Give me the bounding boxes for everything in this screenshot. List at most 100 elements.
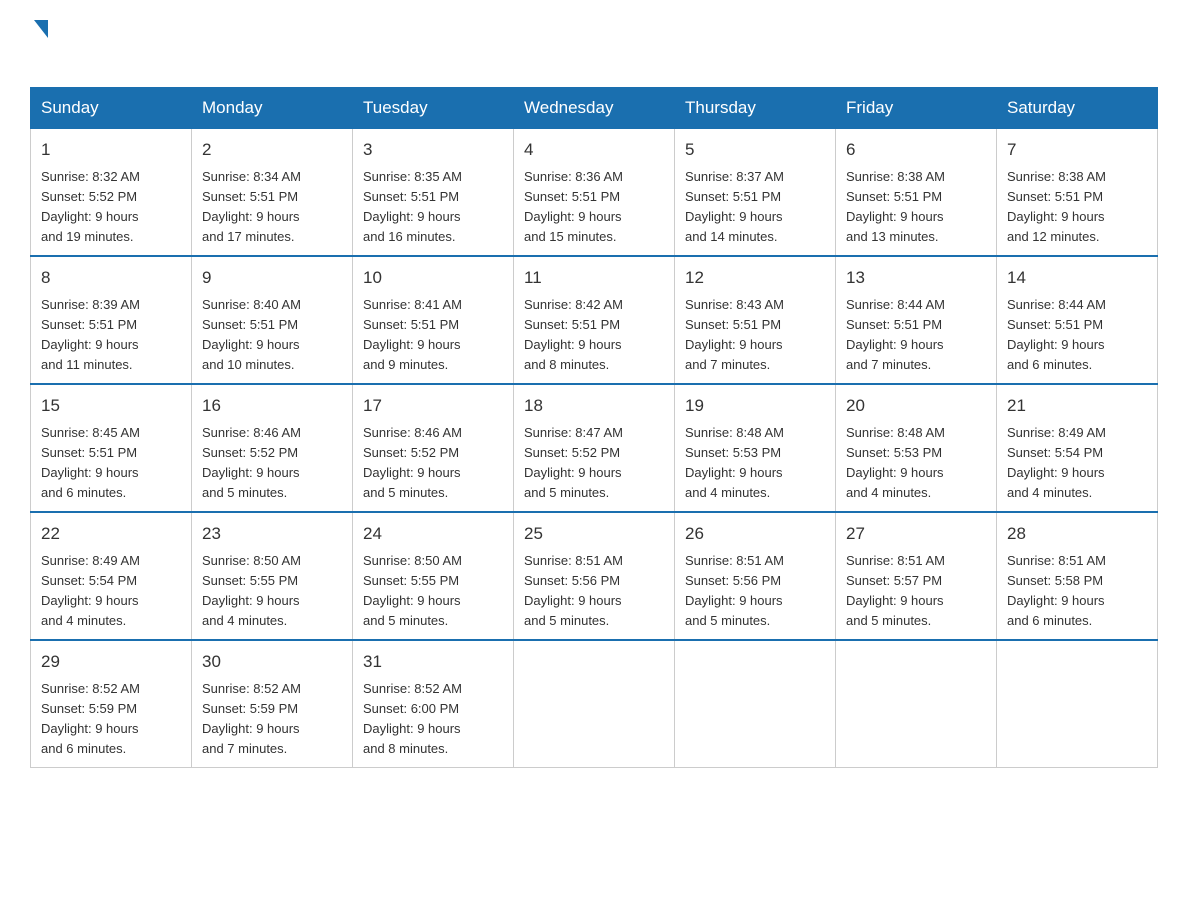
day-info: Sunrise: 8:51 AMSunset: 5:56 PMDaylight:… xyxy=(685,551,825,632)
calendar-header-saturday: Saturday xyxy=(997,88,1158,129)
day-number: 22 xyxy=(41,521,181,547)
day-number: 6 xyxy=(846,137,986,163)
day-number: 19 xyxy=(685,393,825,419)
calendar-day-cell xyxy=(514,640,675,768)
calendar-day-cell: 12 Sunrise: 8:43 AMSunset: 5:51 PMDayligh… xyxy=(675,256,836,384)
day-info: Sunrise: 8:38 AMSunset: 5:51 PMDaylight:… xyxy=(1007,167,1147,248)
calendar-day-cell: 18 Sunrise: 8:47 AMSunset: 5:52 PMDayligh… xyxy=(514,384,675,512)
day-info: Sunrise: 8:32 AMSunset: 5:52 PMDaylight:… xyxy=(41,167,181,248)
calendar-header-wednesday: Wednesday xyxy=(514,88,675,129)
day-info: Sunrise: 8:44 AMSunset: 5:51 PMDaylight:… xyxy=(1007,295,1147,376)
calendar-day-cell: 31 Sunrise: 8:52 AMSunset: 6:00 PMDayligh… xyxy=(353,640,514,768)
day-number: 1 xyxy=(41,137,181,163)
calendar-day-cell: 2 Sunrise: 8:34 AMSunset: 5:51 PMDaylight… xyxy=(192,129,353,257)
day-number: 11 xyxy=(524,265,664,291)
day-number: 9 xyxy=(202,265,342,291)
calendar-header-monday: Monday xyxy=(192,88,353,129)
day-info: Sunrise: 8:52 AMSunset: 5:59 PMDaylight:… xyxy=(202,679,342,760)
logo xyxy=(30,20,48,71)
day-number: 30 xyxy=(202,649,342,675)
day-number: 29 xyxy=(41,649,181,675)
day-info: Sunrise: 8:49 AMSunset: 5:54 PMDaylight:… xyxy=(41,551,181,632)
calendar-day-cell xyxy=(997,640,1158,768)
day-info: Sunrise: 8:48 AMSunset: 5:53 PMDaylight:… xyxy=(685,423,825,504)
day-info: Sunrise: 8:37 AMSunset: 5:51 PMDaylight:… xyxy=(685,167,825,248)
day-number: 31 xyxy=(363,649,503,675)
calendar-day-cell: 22 Sunrise: 8:49 AMSunset: 5:54 PMDayligh… xyxy=(31,512,192,640)
day-info: Sunrise: 8:41 AMSunset: 5:51 PMDaylight:… xyxy=(363,295,503,376)
calendar-day-cell: 16 Sunrise: 8:46 AMSunset: 5:52 PMDayligh… xyxy=(192,384,353,512)
calendar-day-cell: 10 Sunrise: 8:41 AMSunset: 5:51 PMDayligh… xyxy=(353,256,514,384)
day-number: 13 xyxy=(846,265,986,291)
calendar-header-tuesday: Tuesday xyxy=(353,88,514,129)
day-info: Sunrise: 8:46 AMSunset: 5:52 PMDaylight:… xyxy=(202,423,342,504)
day-number: 23 xyxy=(202,521,342,547)
day-info: Sunrise: 8:46 AMSunset: 5:52 PMDaylight:… xyxy=(363,423,503,504)
day-info: Sunrise: 8:36 AMSunset: 5:51 PMDaylight:… xyxy=(524,167,664,248)
calendar-header-thursday: Thursday xyxy=(675,88,836,129)
calendar-header-sunday: Sunday xyxy=(31,88,192,129)
calendar-day-cell: 21Sunrise: 8:49 AMSunset: 5:54 PMDayligh… xyxy=(997,384,1158,512)
day-info: Sunrise: 8:51 AMSunset: 5:58 PMDaylight:… xyxy=(1007,551,1147,632)
day-info: Sunrise: 8:42 AMSunset: 5:51 PMDaylight:… xyxy=(524,295,664,376)
day-info: Sunrise: 8:48 AMSunset: 5:53 PMDaylight:… xyxy=(846,423,986,504)
calendar-day-cell: 27 Sunrise: 8:51 AMSunset: 5:57 PMDayligh… xyxy=(836,512,997,640)
day-info: Sunrise: 8:44 AMSunset: 5:51 PMDaylight:… xyxy=(846,295,986,376)
day-info: Sunrise: 8:45 AMSunset: 5:51 PMDaylight:… xyxy=(41,423,181,504)
day-number: 10 xyxy=(363,265,503,291)
day-info: Sunrise: 8:51 AMSunset: 5:56 PMDaylight:… xyxy=(524,551,664,632)
calendar-week-row: 29 Sunrise: 8:52 AMSunset: 5:59 PMDayligh… xyxy=(31,640,1158,768)
calendar-day-cell: 14 Sunrise: 8:44 AMSunset: 5:51 PMDayligh… xyxy=(997,256,1158,384)
day-number: 5 xyxy=(685,137,825,163)
day-info: Sunrise: 8:40 AMSunset: 5:51 PMDaylight:… xyxy=(202,295,342,376)
calendar-day-cell: 20 Sunrise: 8:48 AMSunset: 5:53 PMDayligh… xyxy=(836,384,997,512)
calendar-day-cell: 9 Sunrise: 8:40 AMSunset: 5:51 PMDaylight… xyxy=(192,256,353,384)
day-number: 7 xyxy=(1007,137,1147,163)
day-info: Sunrise: 8:52 AMSunset: 6:00 PMDaylight:… xyxy=(363,679,503,760)
calendar-day-cell: 29 Sunrise: 8:52 AMSunset: 5:59 PMDayligh… xyxy=(31,640,192,768)
calendar-day-cell: 4 Sunrise: 8:36 AMSunset: 5:51 PMDaylight… xyxy=(514,129,675,257)
day-info: Sunrise: 8:52 AMSunset: 5:59 PMDaylight:… xyxy=(41,679,181,760)
calendar-week-row: 22 Sunrise: 8:49 AMSunset: 5:54 PMDayligh… xyxy=(31,512,1158,640)
calendar-header-friday: Friday xyxy=(836,88,997,129)
day-info: Sunrise: 8:34 AMSunset: 5:51 PMDaylight:… xyxy=(202,167,342,248)
day-number: 27 xyxy=(846,521,986,547)
day-info: Sunrise: 8:51 AMSunset: 5:57 PMDaylight:… xyxy=(846,551,986,632)
calendar-day-cell: 3 Sunrise: 8:35 AMSunset: 5:51 PMDaylight… xyxy=(353,129,514,257)
day-number: 16 xyxy=(202,393,342,419)
calendar-day-cell: 5 Sunrise: 8:37 AMSunset: 5:51 PMDaylight… xyxy=(675,129,836,257)
day-number: 21 xyxy=(1007,393,1147,419)
day-number: 25 xyxy=(524,521,664,547)
day-number: 4 xyxy=(524,137,664,163)
day-number: 20 xyxy=(846,393,986,419)
day-info: Sunrise: 8:47 AMSunset: 5:52 PMDaylight:… xyxy=(524,423,664,504)
calendar-day-cell: 1 Sunrise: 8:32 AMSunset: 5:52 PMDaylight… xyxy=(31,129,192,257)
day-number: 2 xyxy=(202,137,342,163)
calendar-header-row: SundayMondayTuesdayWednesdayThursdayFrid… xyxy=(31,88,1158,129)
calendar-week-row: 8 Sunrise: 8:39 AMSunset: 5:51 PMDaylight… xyxy=(31,256,1158,384)
calendar-day-cell: 6 Sunrise: 8:38 AMSunset: 5:51 PMDaylight… xyxy=(836,129,997,257)
day-number: 8 xyxy=(41,265,181,291)
calendar-day-cell: 15 Sunrise: 8:45 AMSunset: 5:51 PMDayligh… xyxy=(31,384,192,512)
calendar-day-cell: 24 Sunrise: 8:50 AMSunset: 5:55 PMDayligh… xyxy=(353,512,514,640)
day-info: Sunrise: 8:39 AMSunset: 5:51 PMDaylight:… xyxy=(41,295,181,376)
calendar-day-cell: 11 Sunrise: 8:42 AMSunset: 5:51 PMDayligh… xyxy=(514,256,675,384)
day-info: Sunrise: 8:38 AMSunset: 5:51 PMDaylight:… xyxy=(846,167,986,248)
day-number: 12 xyxy=(685,265,825,291)
day-number: 14 xyxy=(1007,265,1147,291)
day-number: 3 xyxy=(363,137,503,163)
calendar-day-cell: 8 Sunrise: 8:39 AMSunset: 5:51 PMDaylight… xyxy=(31,256,192,384)
day-info: Sunrise: 8:35 AMSunset: 5:51 PMDaylight:… xyxy=(363,167,503,248)
calendar-week-row: 1 Sunrise: 8:32 AMSunset: 5:52 PMDaylight… xyxy=(31,129,1158,257)
day-number: 26 xyxy=(685,521,825,547)
calendar-day-cell: 17 Sunrise: 8:46 AMSunset: 5:52 PMDayligh… xyxy=(353,384,514,512)
day-number: 18 xyxy=(524,393,664,419)
calendar-day-cell: 30 Sunrise: 8:52 AMSunset: 5:59 PMDayligh… xyxy=(192,640,353,768)
day-info: Sunrise: 8:43 AMSunset: 5:51 PMDaylight:… xyxy=(685,295,825,376)
day-number: 17 xyxy=(363,393,503,419)
day-info: Sunrise: 8:50 AMSunset: 5:55 PMDaylight:… xyxy=(363,551,503,632)
day-number: 24 xyxy=(363,521,503,547)
calendar-week-row: 15 Sunrise: 8:45 AMSunset: 5:51 PMDayligh… xyxy=(31,384,1158,512)
calendar-day-cell: 7 Sunrise: 8:38 AMSunset: 5:51 PMDaylight… xyxy=(997,129,1158,257)
day-number: 15 xyxy=(41,393,181,419)
